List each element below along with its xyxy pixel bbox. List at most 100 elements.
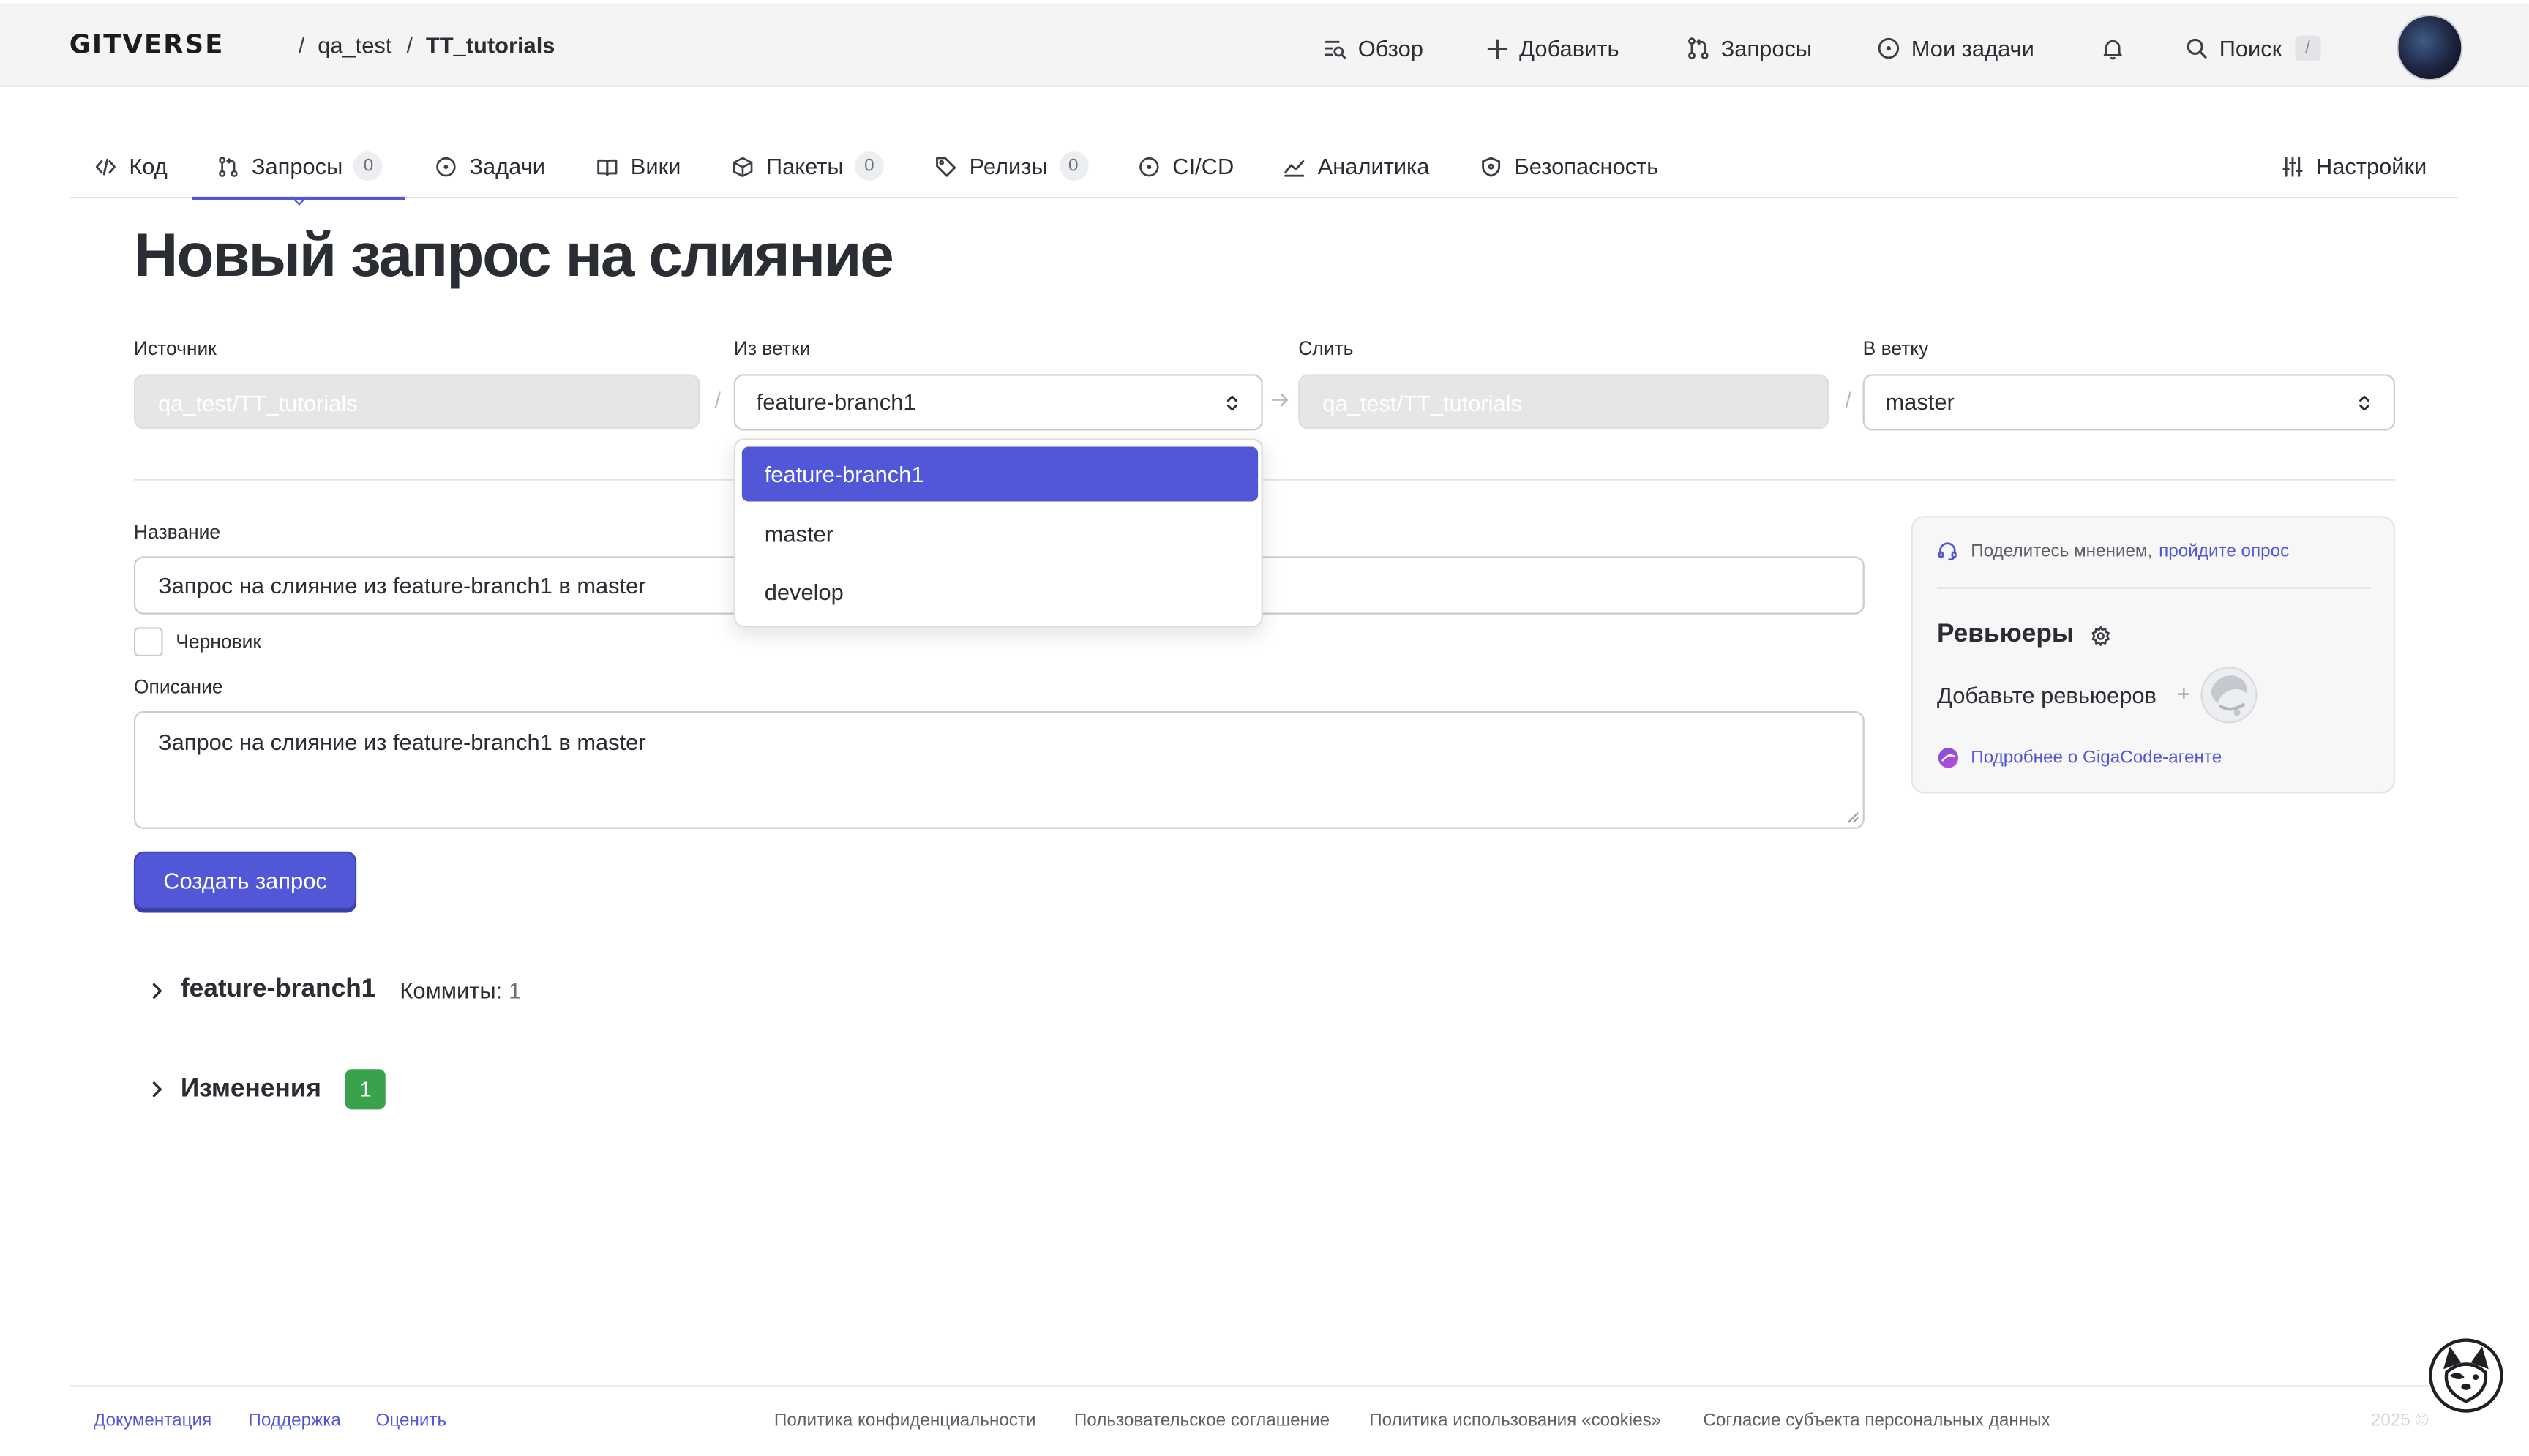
tab-security[interactable]: Безопасность	[1480, 135, 1658, 197]
footer-user-agreement[interactable]: Пользовательское соглашение	[1074, 1411, 1330, 1430]
plus-icon	[1487, 38, 1508, 59]
tab-label: Пакеты	[765, 153, 844, 179]
add-reviewer-plus[interactable]: +	[2177, 680, 2190, 706]
search-shortcut-key: /	[2294, 35, 2321, 61]
gigacode-link[interactable]: Подробнее о GigaCode-агенте	[1937, 746, 2222, 769]
to-branch-select[interactable]: master	[1862, 374, 2395, 431]
reviewers-panel: Поделитесь мнением, пройдите опрос Ревью…	[1911, 516, 2395, 794]
description-label: Описание	[133, 675, 223, 699]
nav-requests-label: Запросы	[1720, 35, 1813, 61]
book-icon	[597, 158, 618, 176]
breadcrumb-separator: /	[406, 32, 413, 59]
tab-settings[interactable]: Настройки	[2282, 135, 2427, 197]
footer-link-docs[interactable]: Документация	[94, 1411, 211, 1430]
branch-option-develop[interactable]: develop	[742, 564, 1258, 619]
nav-my-tasks[interactable]: Мои задачи	[1877, 32, 2034, 64]
list-search-icon	[1325, 40, 1346, 59]
changes-count-badge: 1	[345, 1069, 386, 1110]
source-repo-field: qa_test/TT_tutorials	[133, 374, 700, 429]
tab-wiki[interactable]: Вики	[596, 135, 681, 197]
repo-branch-separator: /	[714, 386, 721, 413]
tab-label: Код	[129, 153, 168, 179]
tab-packages[interactable]: Пакеты 0	[733, 135, 884, 197]
tab-label: Запросы	[251, 153, 343, 179]
tab-requests[interactable]: Запросы 0	[192, 135, 407, 206]
tab-label: Аналитика	[1317, 153, 1430, 179]
footer-cookies-policy[interactable]: Политика использования «cookies»	[1369, 1411, 1661, 1430]
notifications-button[interactable]	[2102, 32, 2135, 64]
source-label: Источник	[133, 337, 217, 360]
tab-label: Вики	[630, 153, 681, 179]
nav-requests[interactable]: Запросы	[1687, 32, 1812, 64]
footer-link-rate[interactable]: Оценить	[376, 1411, 447, 1430]
survey-link[interactable]: пройдите опрос	[2159, 541, 2289, 560]
footer-privacy-policy[interactable]: Политика конфиденциальности	[774, 1411, 1036, 1430]
tab-label: CI/CD	[1172, 153, 1234, 179]
package-icon	[733, 156, 753, 176]
reviewers-title: Ревьюеры	[1937, 620, 2074, 649]
changes-heading: Изменения	[180, 1074, 322, 1103]
tab-count-badge: 0	[353, 151, 383, 181]
to-branch-value: master	[1885, 389, 1955, 415]
footer-link-support[interactable]: Поддержка	[248, 1411, 340, 1430]
tab-cicd[interactable]: CI/CD	[1139, 135, 1234, 197]
title-label: Название	[133, 520, 221, 544]
tab-tasks[interactable]: Задачи	[435, 135, 545, 197]
tab-label: Безопасность	[1514, 153, 1659, 179]
merge-repo-field: qa_test/TT_tutorials	[1298, 374, 1829, 429]
tab-analytics[interactable]: Аналитика	[1284, 135, 1429, 197]
gigacode-link-label: Подробнее о GigaCode-агенте	[1971, 748, 2222, 768]
branch-option-master[interactable]: master	[742, 506, 1258, 561]
tab-label: Релизы	[969, 153, 1048, 179]
circle-dot-icon	[1878, 37, 1900, 59]
gigacode-reviewer-avatar[interactable]	[2198, 664, 2260, 726]
select-arrows-icon	[1226, 395, 1237, 411]
gitverse-logo[interactable]: GITVERSE	[70, 29, 225, 60]
nav-overview-label: Обзор	[1357, 35, 1423, 61]
commits-count: Коммиты: 1	[400, 977, 521, 1003]
merge-label: Слить	[1298, 337, 1354, 360]
branch-option-feature-branch1[interactable]: feature-branch1	[741, 446, 1259, 502]
section-divider	[133, 479, 2395, 481]
headset-icon	[1938, 542, 1957, 561]
tab-code[interactable]: Код	[95, 135, 168, 197]
description-value: Запрос на слияние из feature-branch1 в m…	[157, 729, 646, 755]
panel-divider	[1937, 587, 2371, 589]
tab-label: Настройки	[2315, 153, 2427, 179]
description-textarea[interactable]: Запрос на слияние из feature-branch1 в m…	[133, 710, 1865, 829]
changes-section-toggle[interactable]: Изменения 1	[150, 1069, 386, 1110]
commits-number: 1	[508, 977, 522, 1003]
user-avatar[interactable]	[2397, 14, 2463, 81]
create-request-button[interactable]: Создать запрос	[133, 851, 357, 910]
nav-add[interactable]: Добавить	[1487, 32, 1619, 64]
add-reviewers-text[interactable]: Добавьте ревьюеров	[1937, 682, 2157, 708]
branch-dropdown: feature-branch1 master develop	[733, 438, 1263, 628]
active-tab-indicator	[291, 189, 308, 206]
git-pull-request-icon	[1688, 37, 1709, 59]
dog-mascot-icon[interactable]	[2427, 1337, 2505, 1414]
page: GITVERSE / qa_test / TT_tutorials Обзор …	[0, 0, 2529, 1456]
tab-count-badge: 0	[1058, 151, 1088, 181]
draft-checkbox[interactable]	[133, 627, 163, 657]
copyright: 2025 ©	[2370, 1411, 2429, 1430]
from-branch-value: feature-branch1	[756, 389, 916, 415]
gigacode-orb-icon	[1938, 748, 1959, 768]
footer-divider	[69, 1385, 2458, 1387]
draft-label[interactable]: Черновик	[176, 631, 261, 653]
gear-icon[interactable]	[2090, 625, 2111, 646]
breadcrumb-repo[interactable]: TT_tutorials	[426, 32, 555, 58]
breadcrumb-owner[interactable]: qa_test	[318, 32, 391, 58]
nav-add-label: Добавить	[1519, 35, 1619, 61]
tab-releases[interactable]: Релизы 0	[935, 135, 1088, 197]
chevron-right-icon	[152, 1081, 162, 1097]
commits-section-toggle[interactable]: feature-branch1 Коммиты: 1	[150, 975, 521, 1005]
code-icon	[95, 157, 116, 175]
nav-overview[interactable]: Обзор	[1324, 32, 1423, 64]
repo-tabs: Код Запросы 0 Задачи Вики Пакеты 0 Релиз…	[69, 135, 2458, 206]
from-branch-select[interactable]: feature-branch1	[733, 374, 1263, 431]
nav-search[interactable]: Поиск /	[2185, 32, 2321, 64]
resize-grip-icon[interactable]	[1847, 811, 1860, 825]
sliders-icon	[2282, 156, 2303, 176]
footer-personal-data-consent[interactable]: Согласие субъекта персональных данных	[1703, 1411, 2050, 1430]
feedback-row: Поделитесь мнением, пройдите опрос	[1937, 540, 2289, 561]
